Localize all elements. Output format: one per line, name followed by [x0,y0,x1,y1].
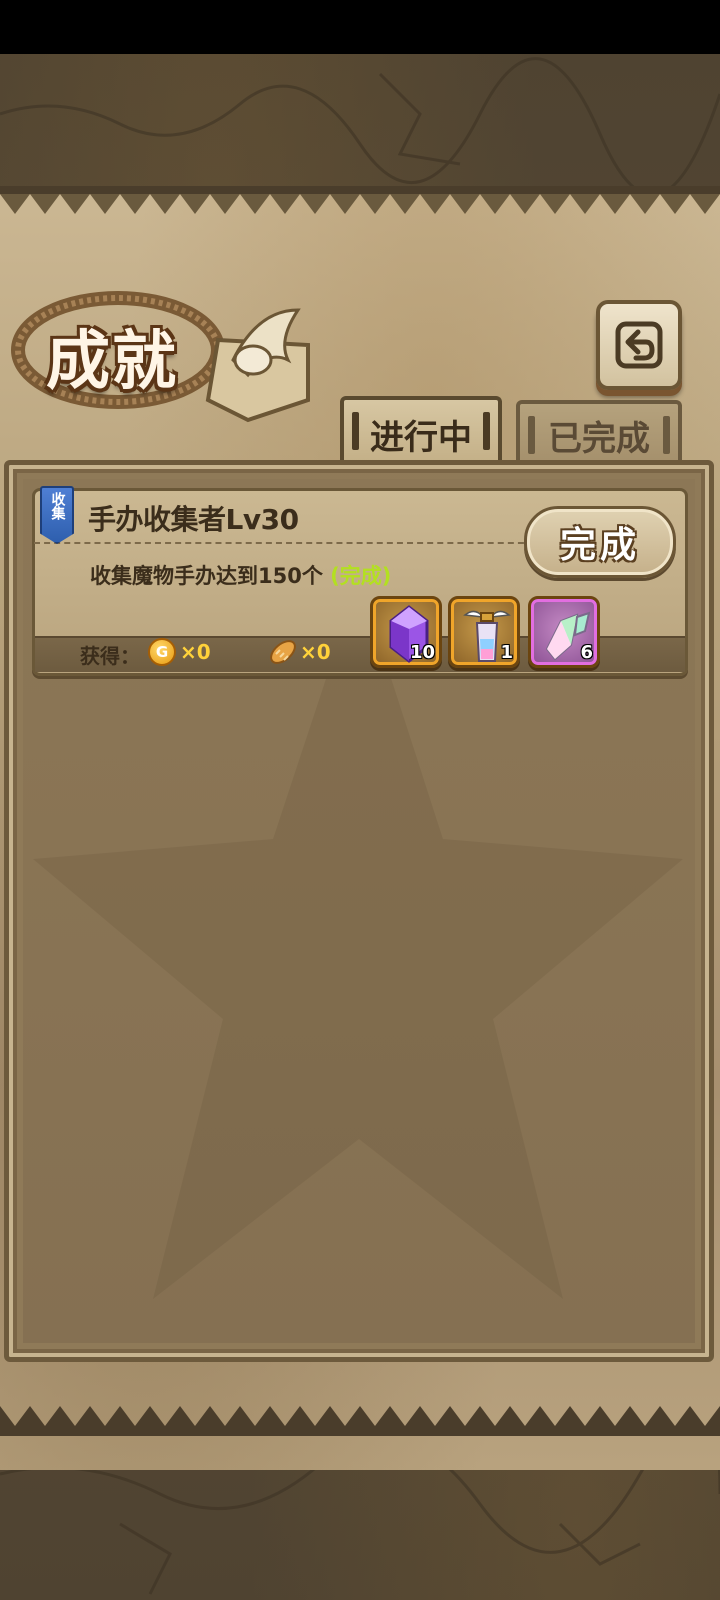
reward-item-rainbow-crystal[interactable]: 6 [528,596,600,668]
tab-in-progress-label: 进行中 [370,417,472,458]
page-title: 成就 [46,324,178,399]
achievement-requirement: 收集魔物手办达到150个 [90,564,323,588]
reward-quantity: 10 [409,642,435,663]
tab-bar-right [663,416,670,454]
tab-bar-left [352,412,359,450]
coin-symbol: G [155,643,169,661]
coin-amount: ×0 [180,640,211,664]
bread-amount: ×0 [300,640,331,664]
complete-button[interactable]: 完成 [524,506,676,578]
achievement-name: 手办收集者Lv30 [88,503,299,536]
achievement-status: (完成) [330,564,392,588]
tab-completed[interactable]: 已完成 [516,400,682,466]
return-arrow-icon [615,321,663,369]
gold-coin-icon: G [148,638,176,666]
back-button[interactable] [596,300,682,390]
bread-icon [270,640,296,664]
reward-quantity: 1 [500,642,513,663]
category-badge-label: 收集 [49,492,66,520]
zigzag-border-top [0,186,720,214]
card-divider [34,542,534,544]
reward-item-winged-potion[interactable]: 1 [448,596,520,668]
tab-bar-right [483,412,490,450]
reward-item-purple-crystal[interactable]: 10 [370,596,442,668]
tab-in-progress[interactable]: 进行中 [340,396,502,468]
achievement-description: 收集魔物手办达到150个 (完成) [90,560,391,590]
tab-completed-label: 已完成 [548,418,650,459]
zigzag-border-bottom [0,1406,720,1436]
category-badge: 收集 [40,486,74,544]
tab-bar-left [528,416,535,454]
reward-label: 获得： [80,644,140,668]
reward-quantity: 6 [580,642,593,663]
status-bar [0,0,720,54]
